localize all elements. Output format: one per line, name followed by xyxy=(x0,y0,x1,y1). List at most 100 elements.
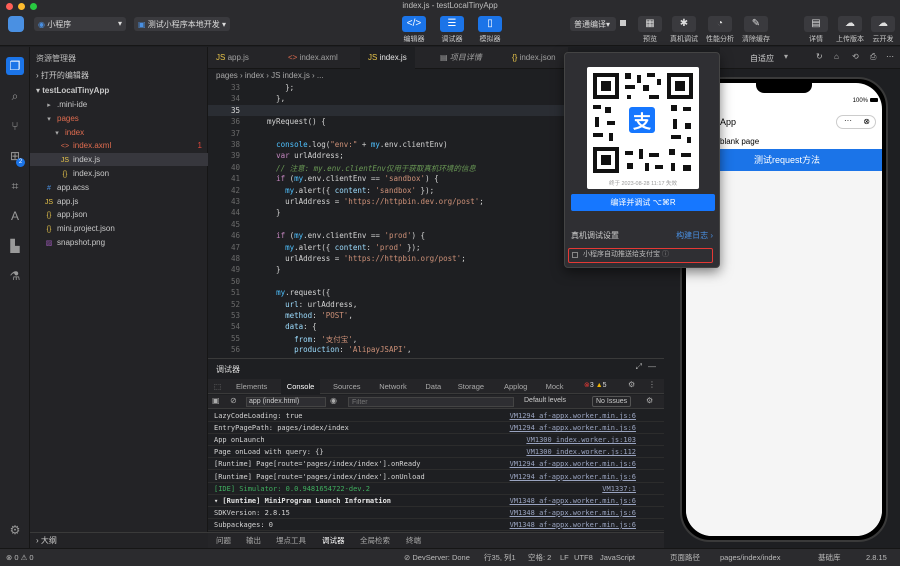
log-source-link[interactable]: VM1348 af-appx.worker.min.js:6 xyxy=(510,507,636,519)
code-line[interactable]: }, xyxy=(258,94,285,103)
tab-index-axml[interactable]: <> index.axml xyxy=(280,47,346,69)
line-ending[interactable]: LF xyxy=(560,549,569,566)
language-mode[interactable]: JavaScript xyxy=(600,549,635,566)
tree-item[interactable]: ▾ pages xyxy=(30,112,208,125)
code-line[interactable]: // 注意: my.env.clientEnv仅用于获取真机环境的信息 xyxy=(258,163,476,174)
help-icon[interactable]: ⓘ xyxy=(662,251,669,258)
user-avatar[interactable] xyxy=(8,16,24,32)
build-icon[interactable]: ▙ xyxy=(6,237,24,255)
console-log-row[interactable]: App onLaunch VM1300 index.worker.js:103 xyxy=(208,434,664,447)
tree-item[interactable]: # app.acss xyxy=(30,181,208,194)
more-vertical-icon[interactable]: ⋮ xyxy=(648,380,656,389)
stop-icon[interactable] xyxy=(620,20,626,26)
console-log-row[interactable]: [Runtime] Page[route='pages/index/index'… xyxy=(208,458,664,471)
expand-icon[interactable]: ⤢ xyxy=(636,362,642,372)
close-circle-icon[interactable]: ⊗ xyxy=(863,117,870,126)
tab-app-js[interactable]: JS app.js xyxy=(208,47,257,69)
file-encoding[interactable]: UTF8 xyxy=(574,549,593,566)
open-editors-section[interactable]: › 打开的编辑器 xyxy=(30,69,208,82)
code-line[interactable]: data: { xyxy=(258,322,317,331)
bottom-tab[interactable]: 输出 xyxy=(246,533,261,549)
log-source-link[interactable]: VM1300 index.worker.js:103 xyxy=(526,434,636,446)
zoom-select[interactable]: 自适应 xyxy=(750,53,774,64)
log-source-link[interactable]: VM1348 af-appx.worker.min.js:6 xyxy=(510,495,636,507)
bottom-tab[interactable]: 终端 xyxy=(406,533,421,549)
real-device-debug-button[interactable]: ✱ 真机调试 xyxy=(666,16,702,44)
refresh-icon[interactable]: ↻ xyxy=(816,52,823,61)
checkbox-icon[interactable] xyxy=(572,252,578,258)
sidebar-toggle-icon[interactable]: ▣ xyxy=(212,396,220,405)
project-root[interactable]: ▾ testLocalTinyApp xyxy=(30,84,208,97)
code-line[interactable]: if (my.env.clientEnv == 'prod') { xyxy=(258,231,425,240)
code-editor[interactable]: 33 }; 34 }, 35 36 myRequest() {37 38 console… xyxy=(208,83,568,358)
code-line[interactable]: production: 'AlipayJSAPI', xyxy=(258,345,411,354)
console-log-row[interactable]: LazyCodeLoading: true VM1294 af-appx.work… xyxy=(208,410,664,422)
log-source-link[interactable]: VM1348 af-appx.worker.min.js:6 xyxy=(510,519,636,531)
app-type-select[interactable]: ◉ 小程序 ▾ xyxy=(34,17,126,31)
bottom-tab[interactable]: 问题 xyxy=(216,533,231,549)
simulator-toggle-button[interactable]: ▯ 模拟器 xyxy=(472,16,508,44)
tree-item[interactable]: ▾ index xyxy=(30,126,208,139)
indent-setting[interactable]: 空格: 2 xyxy=(528,549,551,566)
settings-gear-icon[interactable]: ⚙ xyxy=(6,521,24,539)
debugger-toggle-button[interactable]: ☰ 调试器 xyxy=(434,16,470,44)
log-source-link[interactable]: VM1294 af-appx.worker.min.js:6 xyxy=(510,410,636,422)
log-source-link[interactable]: VM1294 af-appx.worker.min.js:6 xyxy=(510,471,636,483)
devtools-tab-sources[interactable]: Sources xyxy=(327,379,367,394)
compile-target-select[interactable]: ▣ 测试小程序本地开发 ▾ xyxy=(134,17,230,31)
tree-item[interactable]: JS app.js xyxy=(30,195,208,208)
console-log-row[interactable]: [Runtime] Page[route='pages/index/index'… xyxy=(208,471,664,483)
devtools-tab-storage[interactable]: Storage xyxy=(452,379,490,394)
devtools-tab-elements[interactable]: Elements xyxy=(230,379,273,394)
page-path-value[interactable]: pages/index/index xyxy=(720,549,780,566)
capsule-menu[interactable]: ··· ⊗ xyxy=(836,115,876,129)
clear-console-icon[interactable]: ⊘ xyxy=(230,396,237,405)
bottom-tab[interactable]: 全局检索 xyxy=(360,533,390,549)
base-library-version[interactable]: 2.8.15 xyxy=(866,549,887,566)
home-icon[interactable]: ⌂ xyxy=(834,52,839,61)
code-line[interactable]: urlAddress = 'https://httpbin.dev.org/po… xyxy=(258,197,484,206)
log-source-link[interactable]: VM1337:1 xyxy=(602,483,636,495)
code-line[interactable]: my.alert({ content: 'sandbox' }); xyxy=(258,186,434,195)
devtools-tab-console[interactable]: Console xyxy=(280,379,321,394)
console-log-row[interactable]: [IDE] Simulator: 0.0.9481654722-dev.2 VM1… xyxy=(208,483,664,495)
devtools-tab-applog[interactable]: Applog xyxy=(498,379,533,394)
console-settings-icon[interactable]: ⚙ xyxy=(646,396,653,405)
details-button[interactable]: ▤ 详情 xyxy=(798,16,834,44)
cloud-dev-button[interactable]: ☁ 云开发 xyxy=(866,16,900,44)
code-line[interactable]: myRequest() { xyxy=(258,117,326,126)
code-line[interactable]: } xyxy=(258,208,281,217)
tree-item[interactable]: {} app.json xyxy=(30,208,208,221)
more-icon[interactable]: ⋯ xyxy=(886,52,894,61)
bottom-tab[interactable]: 调试器 xyxy=(322,533,345,549)
code-line[interactable]: method: 'POST', xyxy=(258,311,353,320)
outline-section[interactable]: › 大纲 xyxy=(30,532,208,548)
bottom-tab[interactable]: 埋点工具 xyxy=(276,533,306,549)
console-log-row[interactable]: Page onLoad with query: {} VM1300 index.w… xyxy=(208,446,664,459)
editor-toggle-button[interactable]: </> 编辑器 xyxy=(396,16,432,44)
real-debug-settings-link[interactable]: 真机调试设置 xyxy=(571,230,619,241)
code-line[interactable]: if (my.env.clientEnv == 'sandbox') { xyxy=(258,174,439,183)
console-log-row[interactable]: ▾ [Runtime] MiniProgram Launch Informati… xyxy=(208,495,664,507)
tree-item[interactable]: JS index.js xyxy=(30,153,208,167)
performance-button[interactable]: ◔ 性能分析 xyxy=(702,16,738,44)
context-select[interactable]: app (index.html) xyxy=(246,397,326,407)
inspect-icon[interactable]: ⬚ xyxy=(208,379,227,394)
code-line[interactable]: url: urlAddress, xyxy=(258,300,357,309)
code-line[interactable]: from: '支付宝', xyxy=(258,334,357,345)
flask-icon[interactable]: ⚗ xyxy=(6,267,24,285)
screenshot-icon[interactable]: ⎙ xyxy=(870,52,876,62)
tab-index-json[interactable]: {} index.json xyxy=(504,47,564,69)
font-icon[interactable]: A xyxy=(6,207,24,225)
issues-counter[interactable]: ⊗3 ▲5 xyxy=(584,381,607,389)
eye-icon[interactable]: ◉ xyxy=(330,396,337,405)
explorer-icon[interactable]: ❐ xyxy=(6,57,24,75)
search-icon[interactable]: ⌕ xyxy=(6,87,24,105)
devtools-settings-icon[interactable]: ⚙ xyxy=(628,380,635,389)
log-source-link[interactable]: VM1300 index.worker.js:112 xyxy=(526,446,636,458)
code-line[interactable]: var urlAddress; xyxy=(258,151,344,160)
code-line[interactable]: urlAddress = 'https://httpbin.org/post'; xyxy=(258,254,466,263)
console-log-row[interactable]: SDKVersion: 2.8.15 VM1348 af-appx.worker.… xyxy=(208,507,664,519)
code-line[interactable]: my.request({ xyxy=(258,288,330,297)
tree-item[interactable]: {} mini.project.json xyxy=(30,222,208,235)
